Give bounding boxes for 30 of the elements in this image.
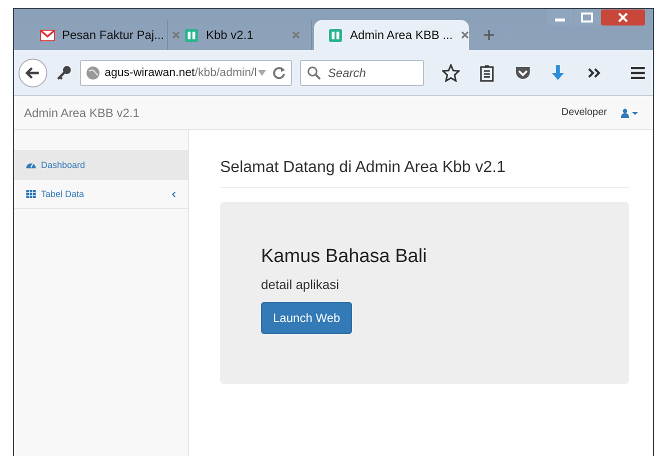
url-host: agus-wirawan.net xyxy=(104,66,195,78)
table-icon xyxy=(26,190,36,198)
address-bar[interactable]: agus-wirawan.net/kbb/admin/l xyxy=(80,60,292,86)
sidebar-item[interactable]: Tabel Data xyxy=(14,180,188,209)
app-subtitle: detail aplikasi xyxy=(261,277,340,292)
site-brand[interactable]: Admin Area KBB v2.1 xyxy=(24,106,562,120)
globe-icon xyxy=(86,66,100,80)
url-path: /kbb/admin/l xyxy=(194,66,257,78)
browser-tab[interactable]: Admin Area KBB ... xyxy=(314,20,469,50)
user-name[interactable]: Developer xyxy=(561,107,607,118)
app-icon xyxy=(328,28,343,42)
close-icon[interactable] xyxy=(460,30,470,40)
sidebar-item[interactable]: Dashboard xyxy=(14,151,188,180)
star-icon[interactable] xyxy=(442,64,460,82)
clipboard-icon[interactable] xyxy=(478,64,496,82)
dashboard-icon xyxy=(26,161,36,169)
mail-icon xyxy=(40,28,55,42)
new-tab-icon[interactable] xyxy=(483,29,495,41)
close-icon[interactable] xyxy=(601,9,645,26)
app-title: Kamus Bahasa Bali xyxy=(261,246,428,268)
key-icon[interactable] xyxy=(56,64,72,80)
reload-icon[interactable] xyxy=(272,66,286,80)
search-icon xyxy=(306,66,321,80)
app-icon xyxy=(184,28,199,42)
launch-web-button[interactable]: Launch Web xyxy=(261,302,352,334)
search-field[interactable]: Search xyxy=(300,60,424,86)
dropdown-icon[interactable] xyxy=(256,68,267,76)
page-heading: Selamat Datang di Admin Area Kbb v2.1 xyxy=(220,159,629,188)
back-icon[interactable] xyxy=(18,58,48,88)
user-dropdown-icon[interactable] xyxy=(621,108,639,118)
